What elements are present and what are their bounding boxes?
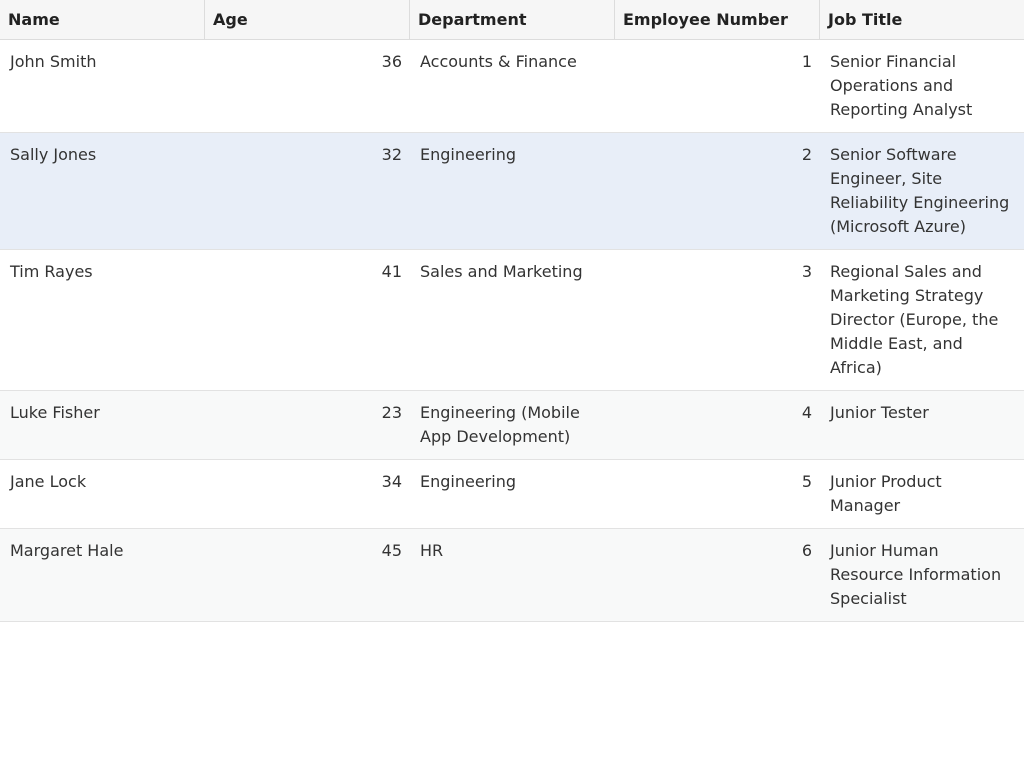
table-row[interactable]: Margaret Hale 45 HR 6 Junior Human Resou… <box>0 529 1024 622</box>
cell-age[interactable]: 45 <box>205 529 410 621</box>
cell-employee-number[interactable]: 1 <box>615 40 820 132</box>
table-row[interactable]: Jane Lock 34 Engineering 5 Junior Produc… <box>0 460 1024 529</box>
cell-age[interactable]: 32 <box>205 133 410 249</box>
cell-age[interactable]: 34 <box>205 460 410 528</box>
cell-job-title[interactable]: Senior Financial Operations and Reportin… <box>820 40 1024 132</box>
cell-employee-number[interactable]: 2 <box>615 133 820 249</box>
cell-name[interactable]: Jane Lock <box>0 460 205 528</box>
cell-department[interactable]: Sales and Marketing <box>410 250 615 390</box>
employee-grid: Name Age Department Employee Number Job … <box>0 0 1024 622</box>
cell-job-title[interactable]: Junior Product Manager <box>820 460 1024 528</box>
cell-employee-number[interactable]: 6 <box>615 529 820 621</box>
column-header-department[interactable]: Department <box>410 0 615 40</box>
cell-department[interactable]: Engineering (Mobile App Development) <box>410 391 615 459</box>
column-header-job-title[interactable]: Job Title <box>820 0 1024 40</box>
cell-age[interactable]: 36 <box>205 40 410 132</box>
cell-age[interactable]: 41 <box>205 250 410 390</box>
cell-name[interactable]: Luke Fisher <box>0 391 205 459</box>
table-row[interactable]: John Smith 36 Accounts & Finance 1 Senio… <box>0 40 1024 133</box>
column-header-age[interactable]: Age <box>205 0 410 40</box>
cell-employee-number[interactable]: 3 <box>615 250 820 390</box>
grid-header-row: Name Age Department Employee Number Job … <box>0 0 1024 40</box>
cell-name[interactable]: John Smith <box>0 40 205 132</box>
cell-department[interactable]: HR <box>410 529 615 621</box>
cell-department[interactable]: Engineering <box>410 460 615 528</box>
cell-department[interactable]: Accounts & Finance <box>410 40 615 132</box>
cell-age[interactable]: 23 <box>205 391 410 459</box>
cell-name[interactable]: Sally Jones <box>0 133 205 249</box>
column-header-name[interactable]: Name <box>0 0 205 40</box>
table-row[interactable]: Tim Rayes 41 Sales and Marketing 3 Regio… <box>0 250 1024 391</box>
cell-job-title[interactable]: Senior Software Engineer, Site Reliabili… <box>820 133 1024 249</box>
cell-employee-number[interactable]: 4 <box>615 391 820 459</box>
cell-employee-number[interactable]: 5 <box>615 460 820 528</box>
cell-job-title[interactable]: Junior Tester <box>820 391 1024 459</box>
table-row-selected[interactable]: Sally Jones 32 Engineering 2 Senior Soft… <box>0 133 1024 250</box>
cell-job-title[interactable]: Junior Human Resource Information Specia… <box>820 529 1024 621</box>
table-row[interactable]: Luke Fisher 23 Engineering (Mobile App D… <box>0 391 1024 460</box>
cell-name[interactable]: Tim Rayes <box>0 250 205 390</box>
cell-job-title[interactable]: Regional Sales and Marketing Strategy Di… <box>820 250 1024 390</box>
column-header-employee-number[interactable]: Employee Number <box>615 0 820 40</box>
cell-department[interactable]: Engineering <box>410 133 615 249</box>
cell-name[interactable]: Margaret Hale <box>0 529 205 621</box>
